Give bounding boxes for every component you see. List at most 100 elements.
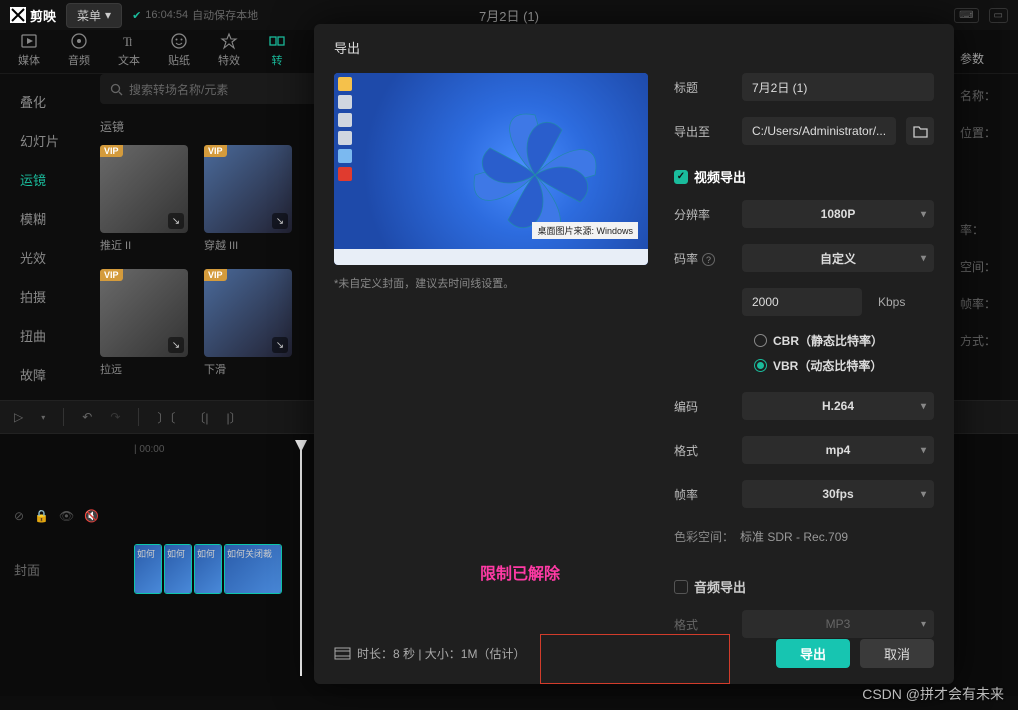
sidebar-item[interactable]: 模糊: [0, 199, 92, 238]
chevron-down-icon: ▾: [921, 253, 926, 264]
annotation-highlight-box: [540, 634, 730, 684]
menu-button[interactable]: 菜单 ▾: [66, 3, 122, 28]
tab-transition[interactable]: 转: [268, 32, 286, 68]
clip[interactable]: 如何关闭裁: [224, 544, 282, 594]
chevron-down-icon: ▾: [105, 8, 111, 22]
vip-badge: VIP: [204, 145, 227, 157]
clip[interactable]: 如何: [164, 544, 192, 594]
prop-params[interactable]: 参数: [960, 50, 1008, 67]
export-dialog: 导出 桌面图片来源: Wind: [314, 24, 954, 684]
chevron-down-icon[interactable]: ▾: [41, 413, 45, 422]
taskbar: [334, 249, 648, 265]
transition-category-list: 叠化 幻灯片 运镜 模糊 光效 拍摄 扭曲 故障 分割: [0, 74, 92, 441]
effect-icon: [220, 32, 238, 50]
transition-thumb[interactable]: VIP↘ 推近 II: [100, 145, 188, 253]
tab-audio[interactable]: 音频: [68, 32, 90, 68]
tab-effect[interactable]: 特效: [218, 32, 240, 68]
radio-vbr[interactable]: VBR（动态比特率）: [674, 357, 934, 374]
split-icon[interactable]: 〕〔: [157, 409, 175, 426]
checkbox-unchecked-icon[interactable]: ✓: [674, 580, 688, 594]
add-icon[interactable]: ↘: [272, 213, 288, 229]
sidebar-item[interactable]: 叠化: [0, 82, 92, 121]
bitrate-input[interactable]: [742, 288, 862, 316]
cancel-button[interactable]: 取消: [860, 639, 934, 668]
redo-icon[interactable]: ↷: [110, 410, 120, 424]
section-title: 运镜: [100, 118, 320, 135]
media-icon: [20, 32, 38, 50]
track-label[interactable]: 封面: [14, 560, 134, 579]
thumb-label: 穿越 III: [204, 237, 292, 253]
sidebar-item[interactable]: 运镜: [0, 160, 92, 199]
pointer-icon[interactable]: ▷: [14, 410, 23, 424]
clip[interactable]: 如何: [194, 544, 222, 594]
field-label-format: 格式: [674, 442, 732, 459]
resolution-select[interactable]: 1080P▾: [742, 200, 934, 228]
link-icon[interactable]: ⊘: [14, 509, 24, 523]
sidebar-item[interactable]: 幻灯片: [0, 121, 92, 160]
annotation-text: 限制已解除: [480, 560, 560, 584]
properties-panel: 参数 名称： 位置： 率： 空间： 帧率： 方式：: [950, 30, 1018, 369]
help-icon[interactable]: ?: [702, 253, 715, 266]
search-icon: [110, 83, 123, 96]
app-logo: 剪映: [10, 6, 56, 25]
format-select[interactable]: mp4▾: [742, 436, 934, 464]
layout-icon[interactable]: ▭: [989, 8, 1008, 23]
top-right-controls: ⌨ ▭: [954, 8, 1008, 23]
add-icon[interactable]: ↘: [168, 337, 184, 353]
thumb-label: 下滑: [204, 361, 292, 377]
sticker-icon: [170, 32, 188, 50]
field-label-audio-format: 格式: [674, 616, 732, 633]
add-icon[interactable]: ↘: [272, 337, 288, 353]
vip-badge: VIP: [100, 269, 123, 281]
checkbox-checked-icon[interactable]: ✓: [674, 170, 688, 184]
trim-left-icon[interactable]: 〔|: [193, 409, 208, 426]
path-input[interactable]: C:/Users/Administrator/...: [742, 117, 896, 145]
clip[interactable]: 如何: [134, 544, 162, 594]
radio-cbr[interactable]: CBR（静态比特率）: [674, 332, 934, 349]
tab-media[interactable]: 媒体: [18, 32, 40, 68]
chevron-down-icon: ▾: [921, 619, 926, 630]
video-preview[interactable]: 桌面图片来源: Windows: [334, 73, 648, 265]
sidebar-item[interactable]: 拍摄: [0, 277, 92, 316]
title-input[interactable]: 7月2日 (1): [742, 73, 934, 101]
transition-thumb[interactable]: VIP ↘ 穿越 III: [204, 145, 292, 253]
bitrate-select[interactable]: 自定义▾: [742, 244, 934, 272]
sidebar-item[interactable]: 光效: [0, 238, 92, 277]
vip-badge: VIP: [204, 269, 227, 281]
transition-gallery: 搜索转场名称/元素 运镜 VIP↘ 推近 II VIP ↘ 穿越 III VIP ↘…: [100, 74, 320, 377]
tab-text[interactable]: TI 文本: [118, 32, 140, 68]
shortcut-icon[interactable]: ⌨: [954, 8, 978, 23]
audio-export-section[interactable]: ✓ 音频导出: [674, 577, 934, 596]
thumb-label: 拉远: [100, 361, 188, 377]
export-button[interactable]: 导出: [776, 639, 850, 668]
lock-icon[interactable]: 🔒: [34, 509, 49, 523]
prop-label: 帧率：: [960, 295, 1008, 312]
browse-folder-button[interactable]: [906, 117, 934, 145]
transition-thumb[interactable]: VIP ↘ 拉远: [100, 269, 188, 377]
transition-icon: [268, 32, 286, 50]
eye-icon[interactable]: 👁: [59, 509, 74, 523]
prop-label: 位置：: [960, 124, 1008, 141]
folder-icon: [913, 125, 928, 138]
audio-format-select: MP3▾: [742, 610, 934, 638]
prop-label: 空间：: [960, 258, 1008, 275]
text-icon: TI: [120, 32, 138, 50]
trim-right-icon[interactable]: |〕: [227, 409, 242, 426]
video-export-section[interactable]: ✓ 视频导出: [674, 167, 934, 186]
add-icon[interactable]: ↘: [168, 213, 184, 229]
sidebar-item[interactable]: 故障: [0, 355, 92, 394]
mute-icon[interactable]: 🔇: [84, 509, 99, 523]
field-label-resolution: 分辨率: [674, 206, 732, 223]
undo-icon[interactable]: ↶: [82, 410, 92, 424]
sidebar-item[interactable]: 扭曲: [0, 316, 92, 355]
encode-select[interactable]: H.264▾: [742, 392, 934, 420]
chevron-down-icon: ▾: [921, 209, 926, 220]
dialog-title: 导出: [334, 38, 934, 57]
transition-thumb[interactable]: VIP ↘ 下滑: [204, 269, 292, 377]
svg-text:I: I: [129, 38, 132, 49]
bitrate-unit: Kbps: [878, 295, 905, 309]
tab-sticker[interactable]: 贴纸: [168, 32, 190, 68]
prop-label: 名称：: [960, 87, 1008, 104]
fps-select[interactable]: 30fps▾: [742, 480, 934, 508]
search-input[interactable]: 搜索转场名称/元素: [100, 74, 320, 104]
